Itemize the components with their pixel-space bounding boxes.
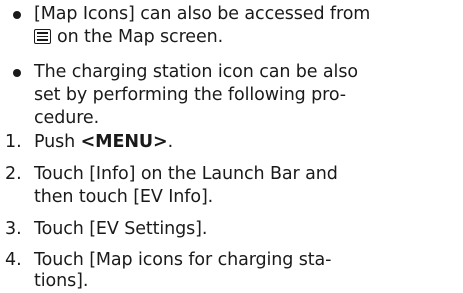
step-4-line-1: Touch [Map icons for charging sta-: [34, 250, 332, 270]
step-2-number: 2.: [5, 164, 22, 184]
bullet-point: [13, 11, 21, 19]
step-1-text: Push <MENU>.: [34, 131, 173, 154]
bullet-1-line-1: [Map Icons] can also be accessed from: [34, 4, 371, 24]
step-4-line-2: tions].: [34, 271, 89, 291]
bullet-point: [13, 69, 21, 77]
menu-list-icon: [34, 29, 51, 44]
menu-key-label: <MENU>: [80, 132, 168, 152]
manual-page: [Map Icons] can also be accessed from on…: [0, 0, 463, 292]
bullet-2-line-1: The charging station icon can be also: [34, 62, 358, 82]
step-1-suffix: .: [167, 132, 174, 152]
step-1-prefix: Push: [34, 132, 81, 152]
step-3-number: 3.: [5, 219, 22, 239]
bullet-1-line-2-text: on the Map screen.: [57, 27, 224, 47]
step-2-line-1: Touch [Info] on the Launch Bar and: [34, 164, 338, 184]
step-4-number: 4.: [5, 250, 22, 270]
bullet-1-line-2: on the Map screen.: [34, 26, 223, 49]
bullet-2-line-2: set by performing the following pro-: [34, 85, 347, 105]
bullet-2-line-3: cedure.: [34, 108, 100, 128]
step-1-number: 1.: [5, 132, 22, 152]
step-3-line-1: Touch [EV Settings].: [34, 219, 208, 239]
step-2-line-2: then touch [EV Info].: [34, 187, 214, 207]
